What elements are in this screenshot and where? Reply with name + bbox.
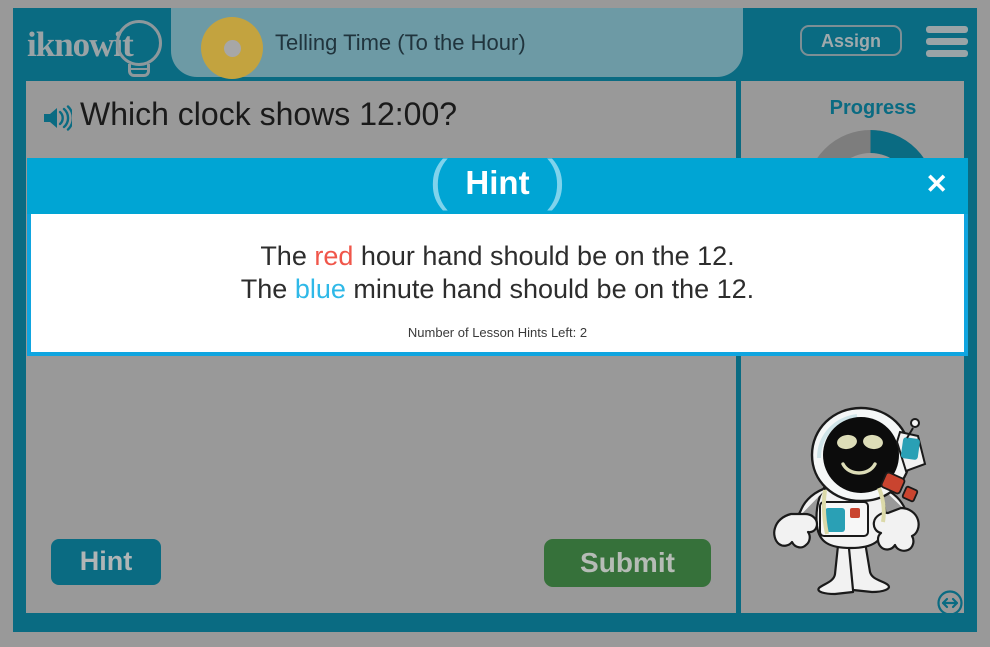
close-icon[interactable]: ✕ — [925, 171, 948, 198]
lesson-title: Telling Time (To the Hour) — [275, 30, 526, 55]
hint-line-1-after: hour hand should be on the 12. — [353, 241, 735, 271]
hint-dialog-title-text: Hint — [465, 164, 530, 201]
hint-line-2-keyword: blue — [294, 274, 346, 304]
hamburger-bar — [926, 38, 968, 45]
app-header: iknowit Telling Time (To the Hour) Assig… — [13, 8, 977, 81]
hint-line-2-before: The — [240, 274, 295, 304]
speaker-icon[interactable] — [42, 105, 72, 131]
hint-dialog-title: ( Hint ) — [429, 152, 565, 208]
astronaut-character — [773, 406, 927, 596]
lightbulb-icon — [116, 20, 162, 66]
hint-dialog-title-wrap: ( Hint ) — [27, 152, 968, 208]
lesson-title-bar: Telling Time (To the Hour) — [171, 8, 743, 79]
lesson-badge-center-icon — [224, 40, 241, 57]
progress-label: Progress — [829, 97, 917, 119]
hint-button[interactable]: Hint — [51, 539, 161, 585]
hamburger-bar — [926, 26, 968, 33]
decorative-paren-left: ( — [429, 148, 449, 211]
question-row: Which clock shows 12:00? — [42, 96, 722, 147]
hint-line-1: The red hour hand should be on the 12. — [31, 240, 964, 273]
hamburger-menu-icon[interactable] — [926, 26, 968, 57]
hint-line-2-after: minute hand should be on the 12. — [345, 274, 755, 304]
assign-button[interactable]: Assign — [800, 25, 902, 56]
hint-line-2: The blue minute hand should be on the 12… — [31, 273, 964, 306]
hint-text-block: The red hour hand should be on the 12. T… — [31, 214, 964, 306]
hint-dialog-body: The red hour hand should be on the 12. T… — [27, 214, 968, 356]
hints-remaining-text: Number of Lesson Hints Left: 2 — [407, 325, 588, 340]
decorative-paren-right: ) — [546, 148, 566, 211]
hint-line-1-keyword: red — [314, 241, 354, 271]
submit-button[interactable]: Submit — [544, 539, 711, 587]
hint-dialog: ( Hint ) ✕ The red hour hand should be o… — [27, 152, 968, 356]
app-window: iknowit Telling Time (To the Hour) Assig… — [13, 8, 977, 632]
hint-line-1-before: The — [260, 241, 315, 271]
hamburger-bar — [926, 50, 968, 57]
resize-horizontal-icon[interactable] — [937, 590, 963, 616]
hint-dialog-header: ( Hint ) ✕ — [27, 152, 968, 214]
lightbulb-base-icon — [128, 64, 150, 77]
question-text: Which clock shows 12:00? — [80, 96, 458, 132]
brand-logo[interactable]: iknowit — [13, 8, 175, 81]
